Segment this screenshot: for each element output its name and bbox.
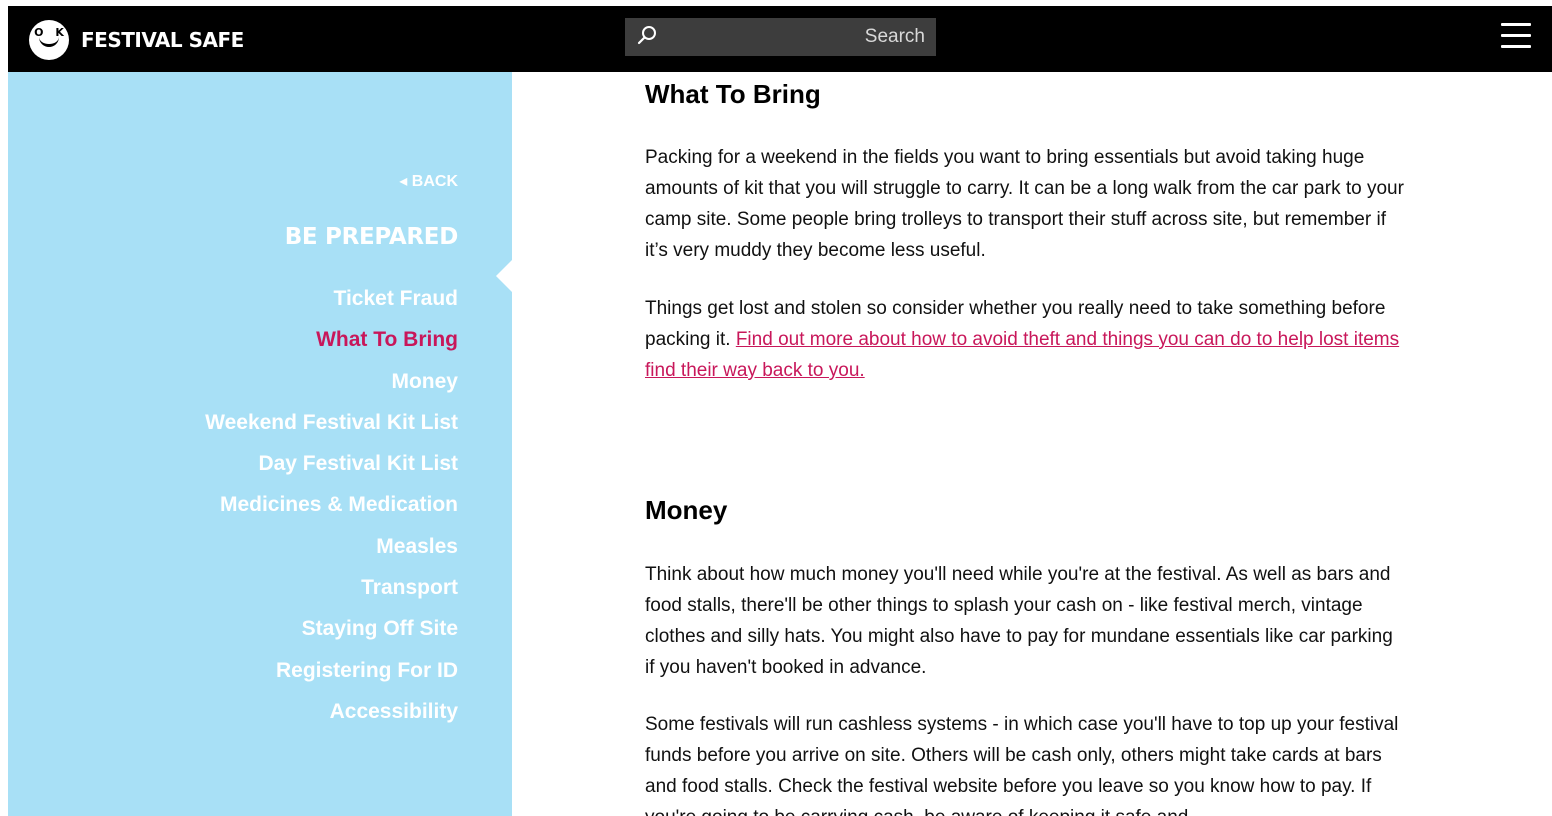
sidebar-item-link[interactable]: Transport bbox=[361, 576, 458, 599]
sidebar-item-link[interactable]: Money bbox=[391, 370, 458, 393]
page: O K FESTIVAL SAFE ◂ BACK BE PREPARED Tic… bbox=[8, 6, 1552, 816]
sidebar-item-link[interactable]: Staying Off Site bbox=[302, 617, 458, 640]
sidebar-item: Transport bbox=[205, 574, 458, 615]
sidebar-item-link[interactable]: Ticket Fraud bbox=[334, 287, 458, 310]
search-input[interactable] bbox=[665, 18, 925, 56]
sidebar-nav: Ticket Fraud What To Bring Money Weekend Fe… bbox=[205, 285, 458, 739]
sidebar-item-link[interactable]: Measles bbox=[376, 535, 458, 558]
heading-money: Money bbox=[645, 495, 728, 525]
search-box bbox=[625, 18, 936, 56]
paragraph-lost-stolen: Things get lost and stolen so consider w… bbox=[645, 293, 1405, 386]
theft-advice-link[interactable]: Find out more about how to avoid theft a… bbox=[645, 329, 1399, 381]
hamburger-menu-icon[interactable] bbox=[1501, 23, 1531, 49]
sidebar-item: Weekend Festival Kit List bbox=[205, 409, 458, 450]
brand-name: FESTIVAL SAFE bbox=[81, 28, 244, 52]
sidebar-item-link[interactable]: Weekend Festival Kit List bbox=[205, 411, 458, 434]
section-title: BE PREPARED bbox=[284, 224, 459, 250]
sidebar-item: Ticket Fraud bbox=[205, 285, 458, 326]
smiley-face-icon: O K bbox=[29, 20, 69, 60]
paragraph-money-needs: Think about how much money you'll need w… bbox=[645, 564, 1393, 678]
sidebar-item-link[interactable]: Accessibility bbox=[330, 700, 458, 723]
sidebar-item: What To Bring bbox=[205, 326, 458, 367]
sidebar-item: Measles bbox=[205, 533, 458, 574]
sidebar-item: Medicines & Medication bbox=[205, 491, 458, 532]
magnifier-icon[interactable] bbox=[636, 24, 658, 46]
smile-shape bbox=[39, 35, 59, 47]
sidebar-item-link[interactable]: Day Festival Kit List bbox=[258, 452, 458, 475]
sidebar-item-link[interactable]: Registering For ID bbox=[276, 659, 458, 682]
sidebar-item-link[interactable]: Medicines & Medication bbox=[220, 493, 458, 516]
paragraph-cashless: Some festivals will run cashless systems… bbox=[645, 714, 1399, 816]
sidebar-item-link[interactable]: What To Bring bbox=[316, 328, 458, 351]
brand-logo[interactable]: O K FESTIVAL SAFE bbox=[29, 20, 244, 60]
sidebar-item: Day Festival Kit List bbox=[205, 450, 458, 491]
top-bar: O K FESTIVAL SAFE bbox=[8, 6, 1552, 72]
sidebar-item: Accessibility bbox=[205, 698, 458, 739]
back-link[interactable]: ◂ BACK bbox=[399, 171, 458, 191]
heading-what-to-bring: What To Bring bbox=[645, 79, 821, 109]
paragraph-packing: Packing for a weekend in the fields you … bbox=[645, 147, 1404, 261]
active-item-pointer bbox=[496, 260, 512, 292]
sidebar: ◂ BACK BE PREPARED Ticket Fraud What To B… bbox=[8, 72, 512, 816]
sidebar-item: Staying Off Site bbox=[205, 615, 458, 656]
sidebar-item: Money bbox=[205, 368, 458, 409]
sidebar-item: Registering For ID bbox=[205, 657, 458, 698]
